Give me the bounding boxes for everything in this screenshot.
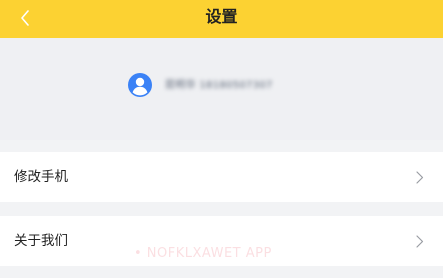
chevron-right-icon xyxy=(416,171,424,184)
back-button[interactable] xyxy=(12,4,38,32)
page-title: 设置 xyxy=(205,7,238,26)
user-avatar-icon xyxy=(128,73,152,97)
profile-section: 昆明华 18180507307 xyxy=(0,38,443,140)
chevron-right-icon xyxy=(416,235,424,248)
app-header: 设置 xyxy=(0,0,443,38)
profile-name-phone: 昆明华 18180507307 xyxy=(165,80,273,91)
settings-row-change-phone[interactable]: 修改手机 xyxy=(0,152,443,202)
settings-row-label: 修改手机 xyxy=(14,169,68,185)
watermark: • NOFKLXAWET APP xyxy=(134,246,272,261)
settings-row-label: 关于我们 xyxy=(14,233,68,249)
bottom-spacer xyxy=(0,266,443,278)
chevron-left-icon xyxy=(21,10,29,26)
